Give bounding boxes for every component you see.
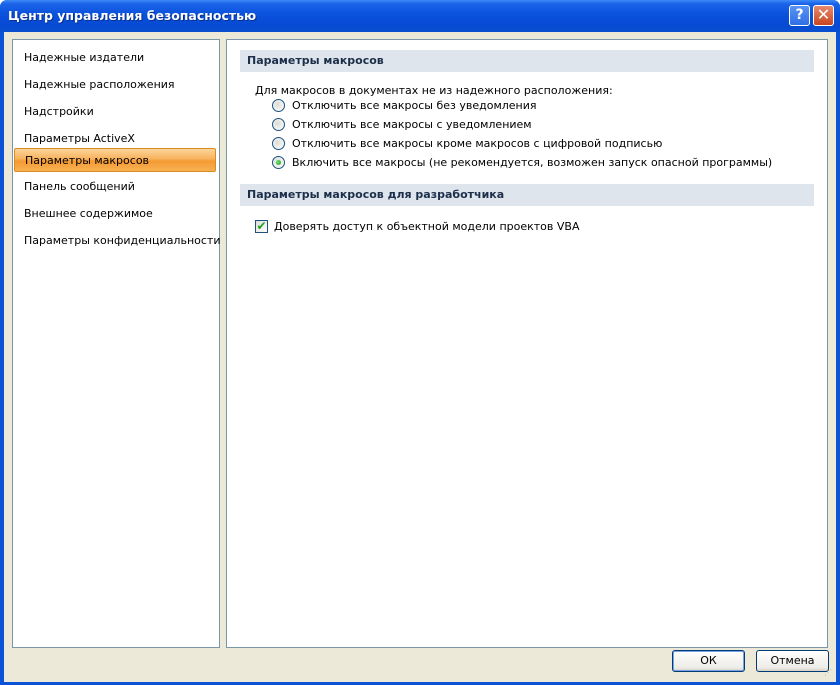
radio-button-checked[interactable] [272,156,285,169]
help-icon[interactable]: ? [789,5,810,26]
radio-button[interactable] [272,118,285,131]
radio-button[interactable] [272,99,285,112]
sidebar-item-trusted-locations[interactable]: Надежные расположения [14,73,216,97]
trust-center-window: Центр управления безопасностью ? ✕ Надеж… [0,0,840,685]
sidebar-item-external-content[interactable]: Внешнее содержимое [14,202,216,226]
ok-button[interactable]: ОК [672,650,745,672]
vba-trust-label: Доверять доступ к объектной модели проек… [274,220,580,233]
macro-settings-caption: Для макросов в документах не из надежног… [255,84,613,97]
radio-label: Отключить все макросы с уведомлением [292,118,532,131]
radio-button[interactable] [272,137,285,150]
macro-settings-header: Параметры макросов [240,50,814,72]
sidebar-item-message-bar[interactable]: Панель сообщений [14,175,216,199]
radio-label: Отключить все макросы без уведомления [292,99,537,112]
sidebar-item-macro-settings[interactable]: Параметры макросов [14,148,216,172]
radio-label: Отключить все макросы кроме макросов с ц… [292,137,663,150]
sidebar-item-privacy-options[interactable]: Параметры конфиденциальности [14,229,220,253]
window-title: Центр управления безопасностью [8,8,257,23]
developer-settings-header: Параметры макросов для разработчика [240,184,814,206]
sidebar: Надежные издатели Надежные расположения … [12,39,220,648]
sidebar-item-add-ins[interactable]: Надстройки [14,100,216,124]
resize-grip-icon[interactable]: ⋰ [824,669,834,680]
cancel-button[interactable]: Отмена [756,650,829,672]
radio-label: Включить все макросы (не рекомендуется, … [292,156,773,169]
settings-panel: Параметры макросов Для макросов в докуме… [226,39,828,648]
sidebar-item-trusted-publishers[interactable]: Надежные издатели [14,46,216,70]
close-icon[interactable]: ✕ [813,5,834,26]
title-bar[interactable]: Центр управления безопасностью ? ✕ [0,0,840,32]
checkbox-checked-icon[interactable]: ✔ [255,220,268,233]
dialog-body: Надежные издатели Надежные расположения … [4,32,836,682]
